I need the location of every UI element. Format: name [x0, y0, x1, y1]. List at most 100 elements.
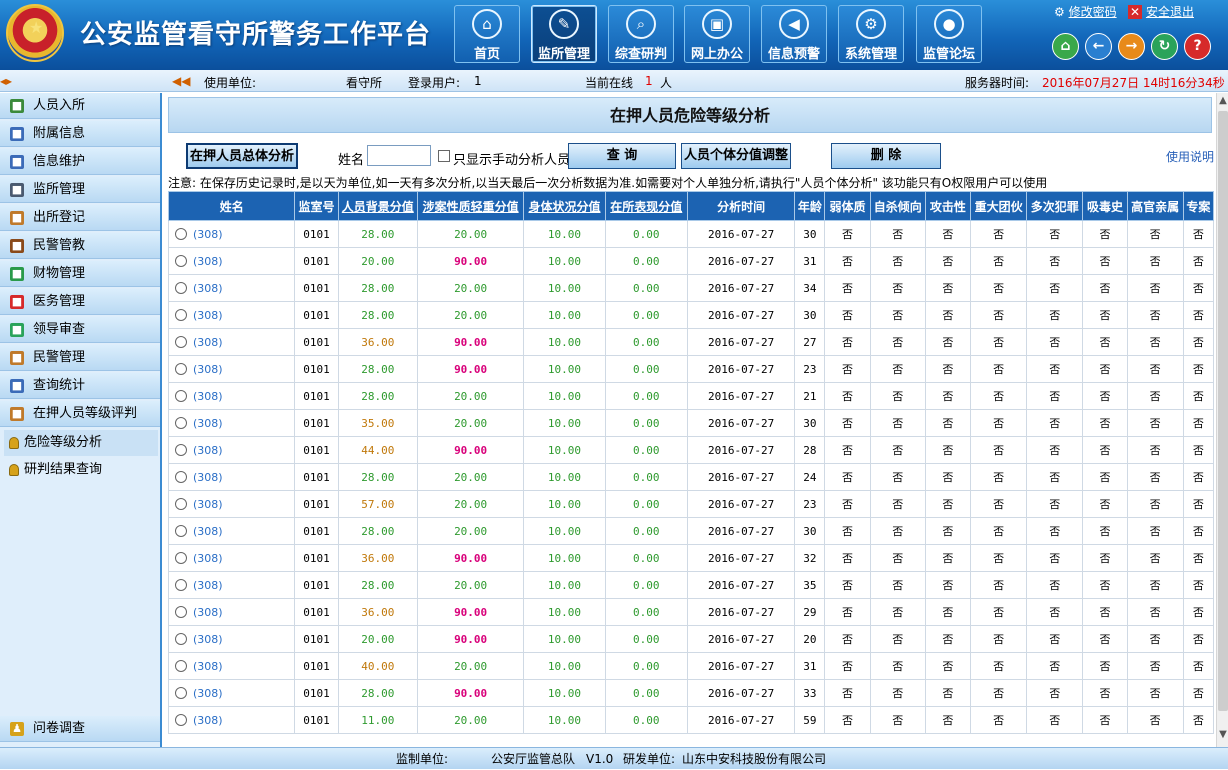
name-cell[interactable]: (308) [167, 598, 296, 626]
table-row[interactable]: (308) 0101 28.00 20.00 10.00 0.00 2016-07-27 24… [167, 463, 1215, 491]
table-row[interactable]: (308) 0101 28.00 90.00 10.00 0.00 2016-07-27 33… [167, 679, 1215, 707]
collapse-toggle-icon[interactable]: ◂▸ [0, 74, 12, 88]
table-row[interactable]: (308) 0101 35.00 20.00 10.00 0.00 2016-07-27 30… [167, 409, 1215, 437]
person-name-link[interactable]: (308) [193, 228, 223, 241]
table-row[interactable]: (308) 0101 28.00 20.00 10.00 0.00 2016-07-27 34… [167, 274, 1215, 302]
sidebar-item-5[interactable]: ■ 民警管教 [0, 233, 160, 259]
name-cell[interactable]: (308) [167, 706, 296, 734]
nav-alert[interactable]: ◀ 信息预警 [761, 5, 827, 63]
vertical-scrollbar[interactable]: ▲ ▼ [1216, 93, 1228, 747]
row-select-radio[interactable] [175, 659, 187, 672]
sidebar-collapse-icon[interactable]: ◀◀ [172, 74, 190, 88]
name-cell[interactable]: (308) [167, 247, 296, 275]
table-row[interactable]: (308) 0101 28.00 20.00 10.00 0.00 2016-07-27 30… [167, 517, 1215, 545]
table-row[interactable]: (308) 0101 20.00 90.00 10.00 0.00 2016-07-27 31… [167, 247, 1215, 275]
table-row[interactable]: (308) 0101 40.00 20.00 10.00 0.00 2016-07-27 31… [167, 652, 1215, 680]
table-row[interactable]: (308) 0101 28.00 20.00 10.00 0.00 2016-07-27 21… [167, 382, 1215, 410]
query-button[interactable]: 查 询 [568, 143, 676, 169]
sidebar-item-11[interactable]: ■ 在押人员等级评判 [0, 401, 160, 427]
row-select-radio[interactable] [175, 524, 187, 537]
person-name-link[interactable]: (308) [193, 579, 223, 592]
sidebar-item-6[interactable]: ■ 财物管理 [0, 261, 160, 287]
table-row[interactable]: (308) 0101 36.00 90.00 10.00 0.00 2016-07-27 27… [167, 328, 1215, 356]
sidebar-item-9[interactable]: ■ 民警管理 [0, 345, 160, 371]
home-tool-icon[interactable]: ⌂ [1052, 33, 1079, 60]
sidebar-item-8[interactable]: ■ 领导审查 [0, 317, 160, 343]
table-row[interactable]: (308) 0101 28.00 20.00 10.00 0.00 2016-07-27 35… [167, 571, 1215, 599]
person-name-link[interactable]: (308) [193, 471, 223, 484]
manual-only-checkbox[interactable] [438, 150, 450, 162]
name-cell[interactable]: (308) [167, 274, 296, 302]
name-cell[interactable]: (308) [167, 571, 296, 599]
table-row[interactable]: (308) 0101 57.00 20.00 10.00 0.00 2016-07-27 23… [167, 490, 1215, 518]
row-select-radio[interactable] [175, 443, 187, 456]
nav-home[interactable]: ⌂ 首页 [454, 5, 520, 63]
column-header[interactable]: 涉案性质轻重分值 [416, 191, 525, 221]
table-row[interactable]: (308) 0101 28.00 20.00 10.00 0.00 2016-07-27 30… [167, 301, 1215, 329]
person-name-link[interactable]: (308) [193, 714, 223, 727]
person-name-link[interactable]: (308) [193, 498, 223, 511]
row-select-radio[interactable] [175, 605, 187, 618]
person-name-link[interactable]: (308) [193, 606, 223, 619]
sidebar-item-4[interactable]: ■ 出所登记 [0, 205, 160, 231]
name-cell[interactable]: (308) [167, 517, 296, 545]
sidebar-item-2[interactable]: ■ 信息维护 [0, 149, 160, 175]
name-cell[interactable]: (308) [167, 652, 296, 680]
row-select-radio[interactable] [175, 362, 187, 375]
row-select-radio[interactable] [175, 578, 187, 591]
row-select-radio[interactable] [175, 281, 187, 294]
help-link[interactable]: 使用说明 [1166, 148, 1214, 165]
person-name-link[interactable]: (308) [193, 444, 223, 457]
change-password-link[interactable]: ⚙ [1054, 5, 1069, 19]
change-password-label[interactable]: 修改密码 [1069, 5, 1117, 19]
nav-monitor[interactable]: ▣ 网上办公 [684, 5, 750, 63]
row-select-radio[interactable] [175, 551, 187, 564]
name-cell[interactable]: (308) [167, 679, 296, 707]
row-select-radio[interactable] [175, 389, 187, 402]
back-tool-icon[interactable]: ← [1085, 33, 1112, 60]
person-name-link[interactable]: (308) [193, 309, 223, 322]
column-header[interactable]: 人员背景分值 [337, 191, 418, 221]
sidebar-item-survey[interactable]: ♟ 问卷调查 [0, 716, 160, 742]
table-row[interactable]: (308) 0101 28.00 90.00 10.00 0.00 2016-07-27 23… [167, 355, 1215, 383]
logout-label[interactable]: 安全退出 [1146, 5, 1194, 19]
person-name-link[interactable]: (308) [193, 525, 223, 538]
row-select-radio[interactable] [175, 254, 187, 267]
name-search-input[interactable] [367, 145, 431, 166]
row-select-radio[interactable] [175, 335, 187, 348]
name-cell[interactable]: (308) [167, 301, 296, 329]
sidebar-item-3[interactable]: ■ 监所管理 [0, 177, 160, 203]
name-cell[interactable]: (308) [167, 436, 296, 464]
name-cell[interactable]: (308) [167, 328, 296, 356]
person-name-link[interactable]: (308) [193, 282, 223, 295]
person-name-link[interactable]: (308) [193, 336, 223, 349]
help-tool-icon[interactable]: ? [1184, 33, 1211, 60]
sidebar-sub-result-query[interactable]: 研判结果查询 [4, 457, 158, 483]
name-cell[interactable]: (308) [167, 355, 296, 383]
row-select-radio[interactable] [175, 497, 187, 510]
table-row[interactable]: (308) 0101 36.00 90.00 10.00 0.00 2016-07-27 32… [167, 544, 1215, 572]
person-name-link[interactable]: (308) [193, 633, 223, 646]
row-select-radio[interactable] [175, 632, 187, 645]
name-cell[interactable]: (308) [167, 382, 296, 410]
row-select-radio[interactable] [175, 713, 187, 726]
refresh-tool-icon[interactable]: ↻ [1151, 33, 1178, 60]
sidebar-item-1[interactable]: ■ 附属信息 [0, 121, 160, 147]
column-header[interactable]: 在所表现分值 [604, 191, 688, 221]
name-cell[interactable]: (308) [167, 625, 296, 653]
table-row[interactable]: (308) 0101 11.00 20.00 10.00 0.00 2016-07-27 59… [167, 706, 1215, 734]
scroll-down-icon[interactable]: ▼ [1217, 729, 1228, 745]
row-select-radio[interactable] [175, 686, 187, 699]
name-cell[interactable]: (308) [167, 409, 296, 437]
row-select-radio[interactable] [175, 470, 187, 483]
person-name-link[interactable]: (308) [193, 363, 223, 376]
sidebar-sub-danger-analysis[interactable]: 危险等级分析 [4, 430, 158, 456]
person-name-link[interactable]: (308) [193, 390, 223, 403]
table-row[interactable]: (308) 0101 20.00 90.00 10.00 0.00 2016-07-27 20… [167, 625, 1215, 653]
individual-adjust-button[interactable]: 人员个体分值调整 [681, 143, 791, 169]
scroll-up-icon[interactable]: ▲ [1217, 95, 1228, 111]
name-cell[interactable]: (308) [167, 490, 296, 518]
table-row[interactable]: (308) 0101 36.00 90.00 10.00 0.00 2016-07-27 29… [167, 598, 1215, 626]
name-cell[interactable]: (308) [167, 463, 296, 491]
row-select-radio[interactable] [175, 227, 187, 240]
